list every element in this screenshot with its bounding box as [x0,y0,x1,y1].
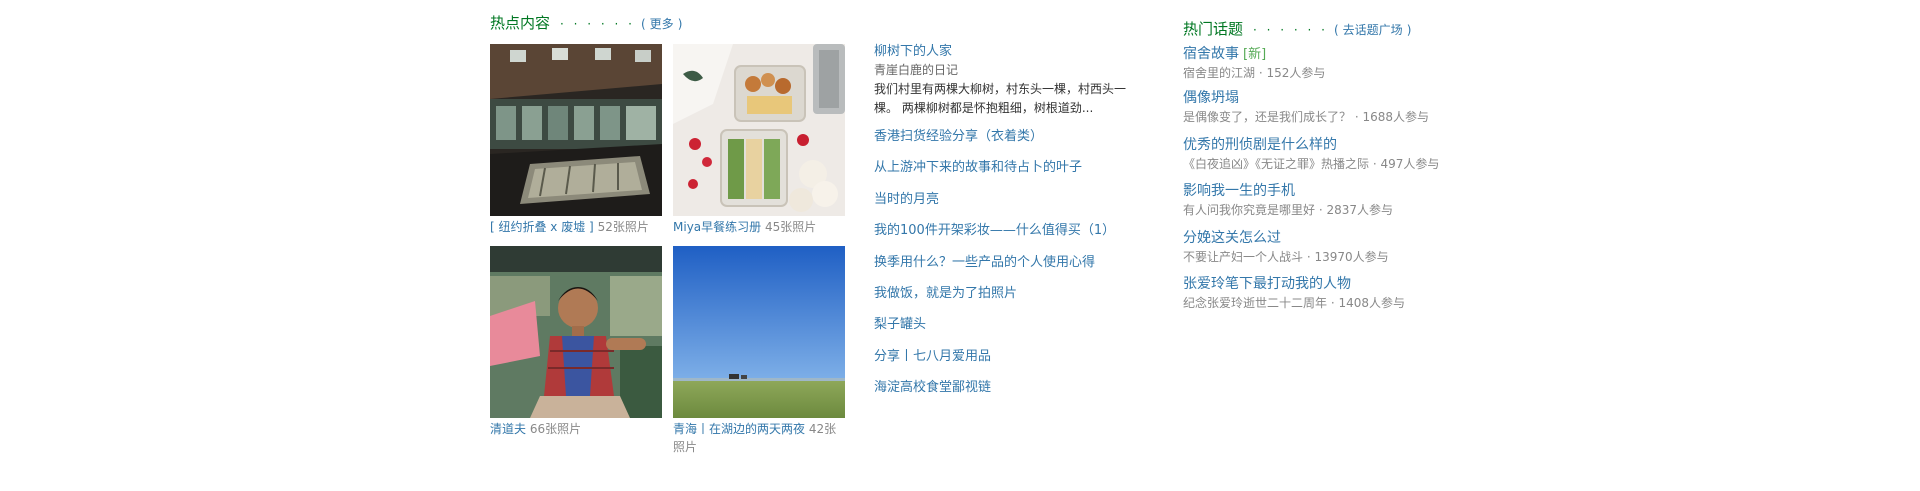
topic-item: 影响我一生的手机 有人问我你究竟是哪里好 · 2837人参与 [1183,182,1503,228]
hot-topics-header: 热门话题 · · · · · · ( 去话题广场 ) [1183,18,1411,39]
abandoned-pool-hall-image [490,44,662,216]
hot-content-dots: · · · · · · [560,17,635,31]
list-item: 海淀高校食堂鄙视链 [874,378,1139,409]
hot-item-link[interactable]: 从上游冲下来的故事和待占卜的叶子 [874,160,1082,175]
album-card: 青海丨在湖边的两天两夜 42张照片 [673,246,845,456]
topic-link[interactable]: 宿舍故事 [1183,46,1239,62]
portrait-young-man-image [490,246,662,418]
album-photo-count: 45张照片 [764,220,817,234]
hot-content-title: 热点内容 [490,14,551,32]
paren-close: ) [677,17,683,31]
hot-topics-dots: · · · · · · [1253,23,1328,37]
topic-item: 分娩这关怎么过 不要让产妇一个人战斗 · 13970人参与 [1183,229,1503,275]
album-caption: 清道夫 66张照片 [490,420,662,438]
topic-link[interactable]: 优秀的刑侦剧是什么样的 [1183,137,1337,153]
topic-link[interactable]: 偶像坍塌 [1183,90,1239,106]
list-item: 我做饭，就是为了拍照片 [874,284,1139,315]
hot-topics-title: 热门话题 [1183,20,1244,38]
featured-article-excerpt: 我们村里有两棵大柳树，村东头一棵，村西头一棵。 两棵柳树都是怀抱粗细，树根道劲.… [874,82,1127,115]
featured-article-source: 青崖白鹿的日记 [874,63,959,77]
hot-item-link[interactable]: 海淀高校食堂鄙视链 [874,380,991,395]
album-card: [ 纽约折叠 x 废墟 ] 52张照片 [490,44,662,236]
list-item: 分享丨七八月爱用品 [874,347,1139,378]
topic-meta: 纪念张爱玲逝世二十二周年 · 1408人参与 [1183,295,1405,310]
album-caption: 青海丨在湖边的两天两夜 42张照片 [673,420,845,456]
hot-item-link[interactable]: 我的100件开架彩妆——什么值得买（1） [874,223,1115,238]
hot-item-link[interactable]: 香港扫货经验分享（衣着类） [874,129,1043,144]
hot-item-link[interactable]: 换季用什么？一些产品的个人使用心得 [874,255,1095,270]
hot-topics-list: 宿舍故事 [新] 宿舍里的江湖 · 152人参与 偶像坍塌 是偶像变了，还是我们成… [1183,43,1503,321]
paren-open: ( [640,17,646,31]
featured-article-title[interactable]: 柳树下的人家 [874,43,1139,61]
topic-item: 优秀的刑侦剧是什么样的 《白夜追凶》《无证之罪》热播之际 · 497人参与 [1183,136,1503,182]
topic-link[interactable]: 分娩这关怎么过 [1183,230,1281,246]
list-item: 我的100件开架彩妆——什么值得买（1） [874,221,1139,252]
album-card: 清道夫 66张照片 [490,246,662,438]
album-title-link[interactable]: [ 纽约折叠 x 废墟 ] [490,220,594,234]
topic-meta: 不要让产妇一个人战斗 · 13970人参与 [1183,249,1389,264]
hot-item-link[interactable]: 当时的月亮 [874,192,939,207]
topic-item: 张爱玲笔下最打动我的人物 纪念张爱玲逝世二十二周年 · 1408人参与 [1183,275,1503,321]
blue-sky-grassland-image [673,246,845,418]
album-card: Miya早餐练习册 45张照片 [673,44,845,236]
hot-item-link[interactable]: 分享丨七八月爱用品 [874,349,991,364]
album-photo-count: 66张照片 [529,422,582,436]
topic-link[interactable]: 影响我一生的手机 [1183,183,1295,199]
album-thumbnail[interactable] [673,44,845,216]
topic-square-link[interactable]: 去话题广场 [1343,21,1403,38]
album-title-link[interactable]: 青海丨在湖边的两天两夜 [673,422,805,436]
album-thumbnail[interactable] [673,246,845,418]
paren-close: ) [1406,23,1412,37]
album-caption: [ 纽约折叠 x 废墟 ] 52张照片 [490,218,662,236]
topic-item: 偶像坍塌 是偶像变了，还是我们成长了？ · 1688人参与 [1183,89,1503,135]
topic-meta: 《白夜追凶》《无证之罪》热播之际 · 497人参与 [1183,156,1440,171]
album-thumbnail[interactable] [490,246,662,418]
hot-items-list: 香港扫货经验分享（衣着类） 从上游冲下来的故事和待占卜的叶子 当时的月亮 我的1… [874,127,1139,410]
topic-meta: 有人问我你究竟是哪里好 · 2837人参与 [1183,203,1393,218]
list-item: 从上游冲下来的故事和待占卜的叶子 [874,158,1139,189]
breakfast-sandwiches-image [673,44,845,216]
hot-content-header: 热点内容 · · · · · · ( 更多 ) [490,12,682,33]
list-item: 香港扫货经验分享（衣着类） [874,127,1139,158]
more-link[interactable]: 更多 [650,15,674,32]
topic-meta: 宿舍里的江湖 · 152人参与 [1183,66,1326,80]
album-caption: Miya早餐练习册 45张照片 [673,218,845,236]
hot-item-link[interactable]: 梨子罐头 [874,317,926,332]
paren-open: ( [1333,23,1339,37]
list-item: 梨子罐头 [874,315,1139,346]
new-badge: [新] [1243,47,1267,62]
featured-article: 柳树下的人家 青崖白鹿的日记 我们村里有两棵大柳树，村东头一棵，村西头一棵。 两… [874,43,1139,118]
album-photo-count: 52张照片 [597,220,649,234]
topic-link[interactable]: 张爱玲笔下最打动我的人物 [1183,276,1351,292]
topic-item: 宿舍故事 [新] 宿舍里的江湖 · 152人参与 [1183,43,1503,89]
topic-meta: 是偶像变了，还是我们成长了？ · 1688人参与 [1183,110,1429,125]
hot-article-list: 柳树下的人家 青崖白鹿的日记 我们村里有两棵大柳树，村东头一棵，村西头一棵。 两… [874,43,1139,410]
list-item: 换季用什么？一些产品的个人使用心得 [874,253,1139,284]
album-title-link[interactable]: 清道夫 [490,422,526,436]
album-thumbnail[interactable] [490,44,662,216]
list-item: 当时的月亮 [874,190,1139,221]
hot-item-link[interactable]: 我做饭，就是为了拍照片 [874,286,1017,301]
album-title-link[interactable]: Miya早餐练习册 [673,220,761,234]
